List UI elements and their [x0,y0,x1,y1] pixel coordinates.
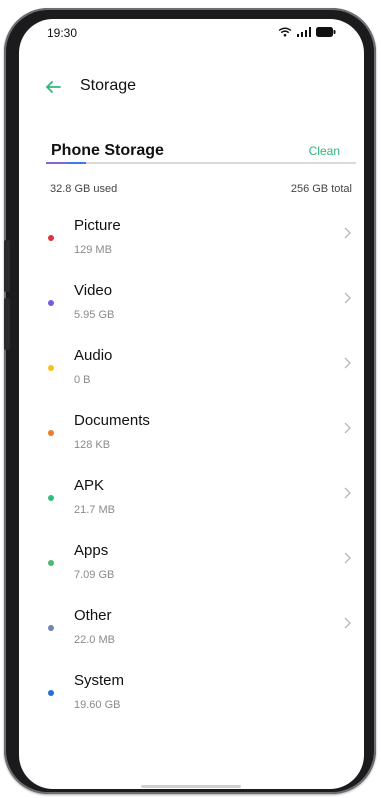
page-title: Storage [80,77,137,94]
usage-segment [68,162,86,164]
section-title: Phone Storage [51,142,164,159]
category-size: 19.60 GB [74,699,121,711]
usage-summary: 32.8 GB used 256 GB total [50,183,352,195]
category-size: 0 B [74,374,91,386]
chevron-right-icon [344,357,351,369]
signal-icon [297,27,311,37]
category-label: Audio [74,347,113,364]
chevron-right-icon [344,227,351,239]
chevron-right-icon [344,487,351,499]
list-item[interactable]: Documents 128 KB [19,404,364,469]
phone-storage-header: Phone Storage Clean [51,142,352,160]
arrow-left-icon[interactable] [43,77,63,97]
category-color-dot [48,495,54,501]
usage-segment [46,162,68,164]
category-color-dot [48,560,54,566]
list-item[interactable]: APK 21.7 MB [19,469,364,534]
category-label: Apps [74,542,109,559]
storage-category-list: Picture 129 MB Video 5.95 GB Audio 0 B Documen… [19,209,364,729]
list-item[interactable]: System 19.60 GB [19,664,364,729]
list-item[interactable]: Video 5.95 GB [19,274,364,339]
screen: 19:30 Storage Phone Storage Clean 32.8 G… [19,19,364,789]
chevron-right-icon [344,292,351,304]
clean-button[interactable]: Clean [309,144,340,158]
category-label: Documents [74,412,150,429]
status-time: 19:30 [47,26,78,40]
category-label: Video [74,282,113,299]
chevron-right-icon [344,422,351,434]
status-bar: 19:30 [19,19,364,49]
category-color-dot [48,300,54,306]
list-item[interactable]: Audio 0 B [19,339,364,404]
category-color-dot [48,625,54,631]
category-size: 129 MB [74,244,112,256]
wifi-icon [278,27,292,37]
category-color-dot [48,365,54,371]
list-item[interactable]: Apps 7.09 GB [19,534,364,599]
category-label: System [74,672,125,689]
total-label: 256 GB total [290,183,352,195]
category-size: 22.0 MB [74,634,115,646]
list-item[interactable]: Other 22.0 MB [19,599,364,664]
category-label: APK [74,477,105,494]
battery-icon [316,27,336,37]
list-item[interactable]: Picture 129 MB [19,209,364,274]
side-button [4,240,10,292]
status-icons [278,27,336,37]
home-indicator[interactable] [141,785,241,788]
category-size: 21.7 MB [74,504,115,516]
category-size: 7.09 GB [74,569,115,581]
category-size: 128 KB [74,439,111,451]
category-label: Other [74,607,112,624]
category-label: Picture [74,217,121,234]
category-size: 5.95 GB [74,309,115,321]
used-label: 32.8 GB used [50,183,118,195]
chevron-right-icon [344,552,351,564]
category-color-dot [48,430,54,436]
side-button [4,298,10,350]
category-color-dot [48,690,54,696]
app-header: Storage [19,71,364,111]
storage-usage-bar [46,162,356,164]
category-color-dot [48,235,54,241]
chevron-right-icon [344,617,351,629]
